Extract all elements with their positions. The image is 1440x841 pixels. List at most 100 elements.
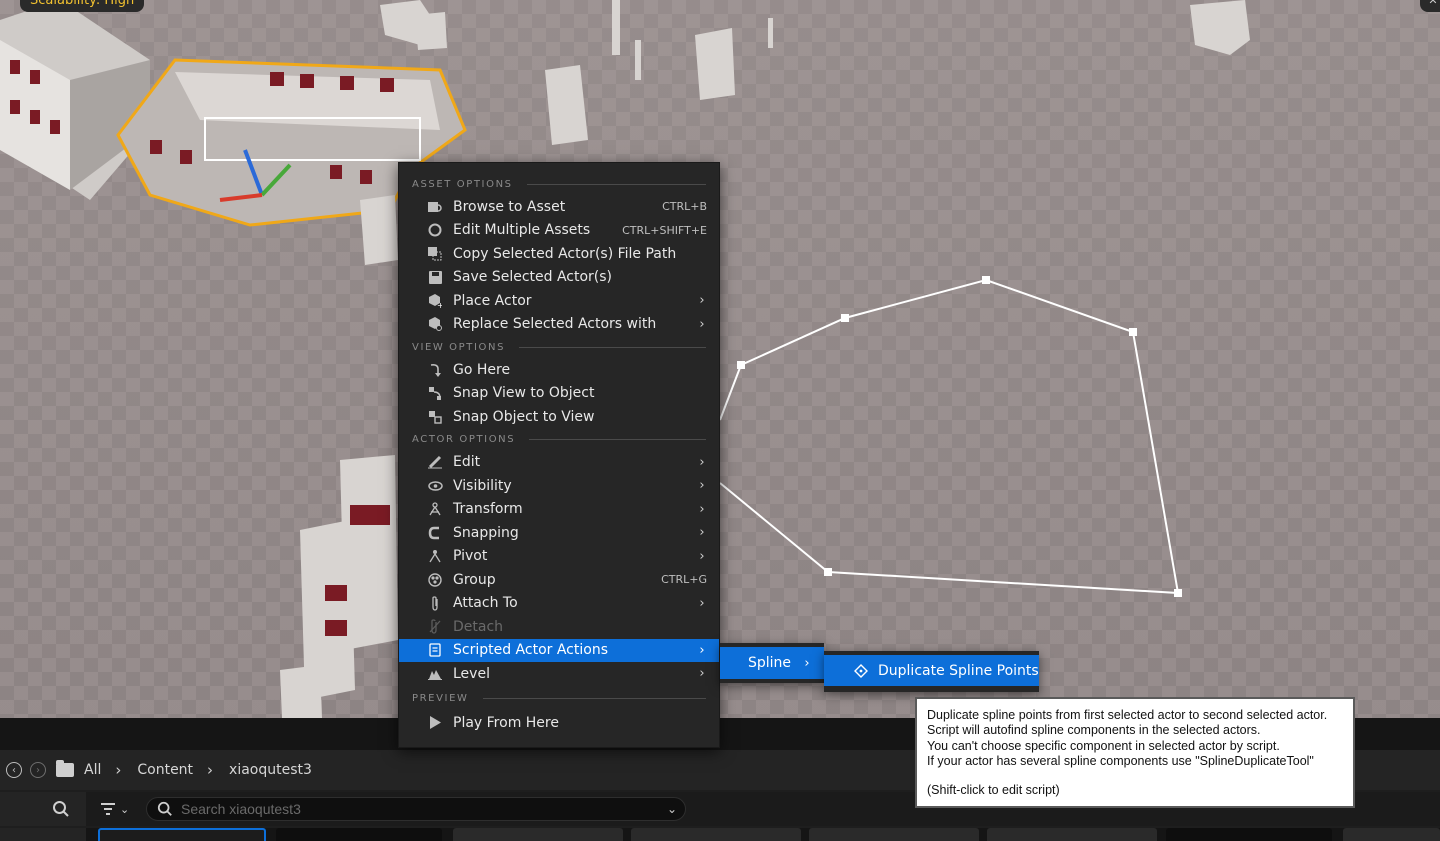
breadcrumb-all[interactable]: All [84, 762, 101, 778]
diamond-icon [854, 663, 868, 679]
menu-item-label: Visibility [453, 477, 512, 494]
menu-item-label: Snap Object to View [453, 408, 595, 425]
circle-icon [427, 222, 443, 238]
chevron-right-icon: › [699, 316, 705, 332]
menu-item-visibility[interactable]: Visibility › [399, 474, 719, 498]
tooltip-line: If your actor has several spline compone… [927, 753, 1314, 768]
menu-item-label: Snap View to Object [453, 385, 595, 402]
tooltip-line: Script will autofind spline components i… [927, 723, 1261, 738]
menu-item-replace-selected-actors[interactable]: Replace Selected Actors with › [399, 313, 719, 337]
chevron-right-icon: › [699, 548, 705, 564]
menu-item-label: Copy Selected Actor(s) File Path [453, 245, 677, 262]
transform-icon [427, 501, 443, 517]
menu-item-level[interactable]: Level › [399, 662, 719, 686]
chevron-right-icon[interactable]: › [207, 761, 213, 779]
asset-tile[interactable] [453, 828, 623, 841]
place-actor-icon: + [427, 293, 443, 309]
chevron-right-icon: › [699, 293, 705, 309]
search-input[interactable] [181, 801, 659, 817]
tooltip-line: Duplicate spline points from first selec… [927, 708, 1328, 722]
folder-icon[interactable] [56, 760, 74, 777]
menu-item-label: Browse to Asset [453, 198, 566, 215]
svg-text:+: + [437, 301, 442, 308]
menu-item-label: Edit Multiple Assets [453, 222, 591, 239]
scalability-badge[interactable]: Scalability: High [20, 0, 145, 12]
snap-object-icon [427, 409, 443, 425]
menu-item-browse-to-asset[interactable]: Browse to Asset CTRL+B [399, 195, 719, 219]
menu-item-label: Play From Here [453, 714, 559, 731]
chevron-right-icon: › [699, 478, 705, 494]
tooltip-line: You can't choose specific component in s… [927, 738, 1280, 753]
section-header-actor-options: ACTOR OPTIONS [399, 429, 719, 451]
shortcut-label: CTRL+SHIFT+E [622, 223, 707, 237]
paperclip-icon [427, 595, 443, 611]
menu-item-label: Snapping [453, 524, 519, 541]
menu-item-snap-view-to-object[interactable]: Snap View to Object [399, 382, 719, 406]
action-tooltip: Duplicate spline points from first selec… [915, 697, 1355, 808]
forward-icon[interactable]: › [30, 762, 46, 778]
magnet-icon [427, 525, 443, 541]
viewport-options-button[interactable]: ✕ [1420, 0, 1440, 12]
section-header-label: VIEW OPTIONS [412, 341, 506, 353]
go-here-icon [427, 362, 443, 378]
breadcrumb-content[interactable]: Content [137, 762, 193, 778]
menu-item-go-here[interactable]: Go Here [399, 358, 719, 382]
shortcut-label: CTRL+G [661, 573, 707, 587]
asset-tile[interactable] [987, 828, 1157, 841]
menu-item-duplicate-spline-points[interactable]: Duplicate Spline Points [824, 655, 1039, 686]
menu-item-label: Transform [453, 501, 523, 518]
scene-geometry [0, 0, 1250, 718]
menu-item-label: Save Selected Actor(s) [453, 269, 613, 286]
section-header-label: PREVIEW [412, 693, 469, 704]
play-icon [427, 715, 443, 731]
divider [482, 698, 706, 699]
menu-item-label: Place Actor [453, 292, 532, 309]
chevron-right-icon[interactable]: › [115, 761, 121, 779]
menu-item-edit[interactable]: Edit › [399, 451, 719, 475]
menu-item-pivot[interactable]: Pivot › [399, 545, 719, 569]
menu-item-label: Go Here [453, 361, 511, 378]
pivot-icon [427, 548, 443, 564]
chevron-right-icon: › [699, 595, 705, 611]
menu-item-label: Group [453, 571, 496, 588]
menu-item-group[interactable]: Group CTRL+G [399, 568, 719, 592]
menu-item-attach-to[interactable]: Attach To › [399, 592, 719, 616]
menu-item-scripted-actor-actions[interactable]: Scripted Actor Actions › [399, 638, 719, 662]
menu-item-copy-file-path[interactable]: Copy Selected Actor(s) File Path [399, 242, 719, 266]
filter-icon [101, 803, 115, 815]
menu-item-spline[interactable]: Spline › [720, 647, 824, 679]
menu-item-play-from-here[interactable]: Play From Here [399, 710, 719, 736]
detach-icon [427, 619, 443, 635]
pencil-icon [427, 454, 443, 470]
search-field[interactable]: ⌄ [146, 797, 686, 821]
menu-item-edit-multiple-assets[interactable]: Edit Multiple Assets CTRL+SHIFT+E [399, 219, 719, 243]
menu-item-snap-object-to-view[interactable]: Snap Object to View [399, 405, 719, 429]
menu-item-label: Attach To [453, 595, 518, 612]
menu-item-snapping[interactable]: Snapping › [399, 521, 719, 545]
asset-tile[interactable] [276, 828, 442, 841]
divider [519, 346, 706, 348]
chevron-down-icon[interactable]: ⌄ [659, 802, 685, 816]
asset-tile[interactable] [1343, 828, 1440, 841]
asset-tile[interactable] [809, 828, 979, 841]
sources-search-button[interactable] [0, 792, 86, 826]
asset-tile[interactable] [631, 828, 801, 841]
menu-item-place-actor[interactable]: + Place Actor › [399, 289, 719, 313]
divider [529, 439, 706, 440]
filter-dropdown-button[interactable]: ⌄ [100, 798, 140, 820]
back-icon[interactable]: ‹ [6, 762, 22, 778]
chevron-right-icon: › [699, 501, 705, 517]
snap-view-icon [427, 385, 443, 401]
menu-item-transform[interactable]: Transform › [399, 498, 719, 522]
spline-points[interactable] [737, 276, 1182, 597]
tooltip-spacer [927, 769, 1343, 783]
chevron-right-icon: › [804, 655, 810, 671]
sources-panel [0, 828, 86, 841]
asset-tile[interactable] [98, 828, 266, 841]
breadcrumb-folder[interactable]: xiaoqutest3 [229, 762, 312, 778]
level-viewport[interactable]: Scalability: High ✕ [0, 0, 1440, 718]
asset-tile[interactable] [1166, 828, 1332, 841]
menu-item-save-selected-actors[interactable]: Save Selected Actor(s) [399, 266, 719, 290]
section-header-label: ACTOR OPTIONS [412, 434, 516, 445]
building-left [0, 0, 150, 200]
